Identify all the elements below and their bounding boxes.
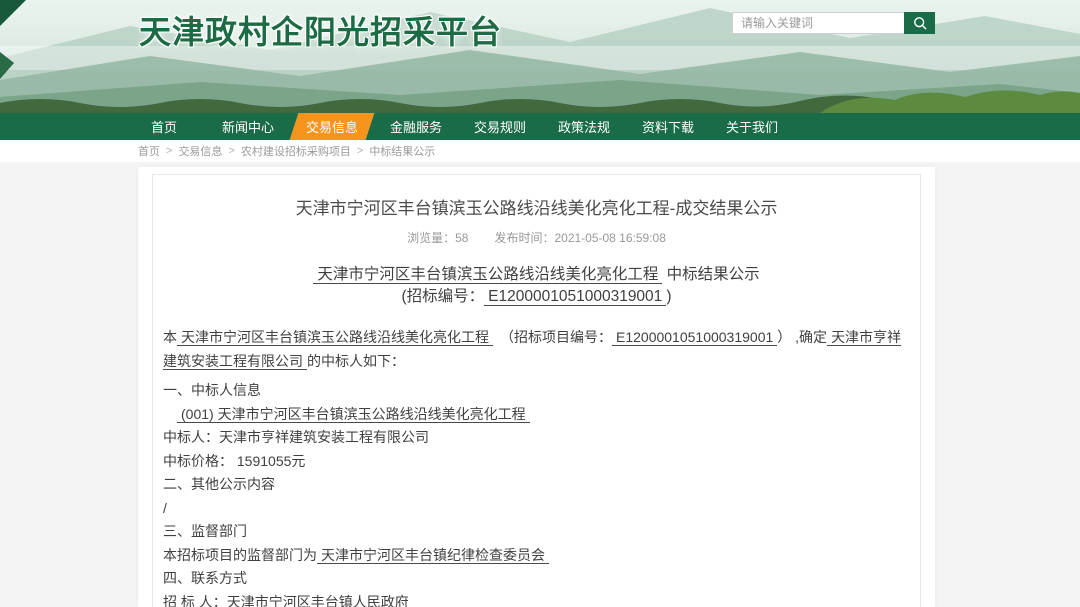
bid-number-suffix: ) xyxy=(666,288,671,305)
intro-project-name-underlined: 天津市宁河区丰台镇滨玉公路线沿线美化亮化工程 xyxy=(177,329,493,346)
publish-time-label: 发布时间： xyxy=(494,231,554,245)
price-line: 中标价格： 1591055元 xyxy=(163,450,910,474)
article-container: 天津市宁河区丰台镇滨玉公路线沿线美化亮化工程-成交结果公示 浏览量：58 发布时间… xyxy=(152,174,921,607)
nav-label: 关于我们 xyxy=(726,117,778,136)
nav-label: 交易信息 xyxy=(306,117,358,136)
section-4-title: 四、联系方式 xyxy=(163,567,910,591)
breadcrumb: 首页 > 交易信息 > 农村建设招标采购项目 > 中标结果公示 xyxy=(0,140,1080,162)
intro-text: 本 xyxy=(163,329,177,345)
nav-label: 首页 xyxy=(151,117,177,136)
intro-text: ） ,确定 xyxy=(777,329,827,345)
content-card: 天津市宁河区丰台镇滨玉公路线沿线美化亮化工程-成交结果公示 浏览量：58 发布时间… xyxy=(138,167,935,607)
winner-label: 中标人： xyxy=(163,429,219,445)
content-background: 天津市宁河区丰台镇滨玉公路线沿线美化亮化工程-成交结果公示 浏览量：58 发布时间… xyxy=(0,162,1080,607)
page: 天津政村企阳光招采平台 首页 新闻中心 交易信息 金融服务 交易规则 政策法规 xyxy=(0,0,1080,607)
lot-line: (001) 天津市宁河区丰台镇滨玉公路线沿线美化亮化工程 xyxy=(163,403,910,427)
breadcrumb-separator: > xyxy=(166,145,172,157)
nav-label: 政策法规 xyxy=(558,117,610,136)
site-header: 天津政村企阳光招采平台 xyxy=(0,0,1080,113)
notice-heading: 天津市宁河区丰台镇滨玉公路线沿线美化亮化工程 中标结果公示 xyxy=(163,264,910,286)
nav-item-finance[interactable]: 金融服务 xyxy=(374,113,458,140)
breadcrumb-link-home[interactable]: 首页 xyxy=(138,143,160,159)
intro-bid-number-underlined: E1200001051000319001 xyxy=(612,329,777,346)
breadcrumb-separator: > xyxy=(357,145,363,157)
search-button[interactable] xyxy=(904,12,935,34)
tenderer-value: 天津市宁河区丰台镇人民政府 xyxy=(227,594,409,607)
tenderer-line: 招 标 人：天津市宁河区丰台镇人民政府 xyxy=(163,591,910,607)
nav-item-home[interactable]: 首页 xyxy=(122,113,206,140)
site-title: 天津政村企阳光招采平台 xyxy=(139,7,502,53)
views-count: 58 xyxy=(455,231,468,245)
nav-item-downloads[interactable]: 资料下载 xyxy=(626,113,710,140)
publish-time-value: 2021-05-08 16:59:08 xyxy=(554,231,665,245)
project-name-underlined: 天津市宁河区丰台镇滨玉公路线沿线美化亮化工程 xyxy=(313,266,662,284)
price-value: 1591055 xyxy=(237,453,292,469)
section-3-title: 三、监督部门 xyxy=(163,520,910,544)
intro-text: 的中标人如下： xyxy=(307,353,405,369)
tenderer-label: 招 标 人： xyxy=(163,594,227,607)
notice-heading-suffix: 中标结果公示 xyxy=(662,266,759,283)
article-title: 天津市宁河区丰台镇滨玉公路线沿线美化亮化工程-成交结果公示 xyxy=(163,197,910,221)
section-1-title: 一、中标人信息 xyxy=(163,379,910,403)
bid-number-line: (招标编号：E1200001051000319001) xyxy=(163,286,910,308)
intro-paragraph: 本天津市宁河区丰台镇滨玉公路线沿线美化亮化工程 （招标项目编号：E1200001… xyxy=(163,326,910,373)
breadcrumb-separator: > xyxy=(228,145,234,157)
bid-number-underlined: E1200001051000319001 xyxy=(484,288,666,306)
nav-item-trade-rules[interactable]: 交易规则 xyxy=(458,113,542,140)
nav-item-news[interactable]: 新闻中心 xyxy=(206,113,290,140)
breadcrumb-link-trade-info[interactable]: 交易信息 xyxy=(178,143,222,159)
nav-label: 金融服务 xyxy=(390,117,442,136)
intro-text: （招标项目编号： xyxy=(507,329,612,345)
nav-label: 新闻中心 xyxy=(222,117,274,136)
supervise-line: 本招标项目的监督部门为天津市宁河区丰台镇纪律检查委员会 xyxy=(163,544,910,568)
search-icon xyxy=(912,15,928,31)
nav-item-trade-info[interactable]: 交易信息 xyxy=(290,113,374,140)
lot-underlined: (001) 天津市宁河区丰台镇滨玉公路线沿线美化亮化工程 xyxy=(177,406,530,423)
supervise-dept-underlined: 天津市宁河区丰台镇纪律检查委员会 xyxy=(317,547,549,564)
breadcrumb-link-rural-projects[interactable]: 农村建设招标采购项目 xyxy=(241,143,351,159)
article-meta: 浏览量：58 发布时间：2021-05-08 16:59:08 xyxy=(163,230,910,247)
price-label: 中标价格： xyxy=(163,453,233,469)
main-nav: 首页 新闻中心 交易信息 金融服务 交易规则 政策法规 资料下载 关于我们 xyxy=(0,113,1080,140)
nav-item-policy[interactable]: 政策法规 xyxy=(542,113,626,140)
search-bar xyxy=(732,12,935,34)
nav-label: 交易规则 xyxy=(474,117,526,136)
section-2-content: / xyxy=(163,497,910,521)
winner-line: 中标人：天津市亨祥建筑安装工程有限公司 xyxy=(163,426,910,450)
article-body: 本天津市宁河区丰台镇滨玉公路线沿线美化亮化工程 （招标项目编号：E1200001… xyxy=(163,326,910,607)
views-label: 浏览量： xyxy=(407,231,455,245)
nav-item-about[interactable]: 关于我们 xyxy=(710,113,794,140)
section-2-title: 二、其他公示内容 xyxy=(163,473,910,497)
bid-number-prefix: (招标编号： xyxy=(402,288,485,305)
winner-value: 天津市亨祥建筑安装工程有限公司 xyxy=(219,429,429,445)
breadcrumb-current-page: 中标结果公示 xyxy=(369,143,435,159)
supervise-prefix: 本招标项目的监督部门为 xyxy=(163,547,317,563)
search-input[interactable] xyxy=(732,12,904,34)
nav-label: 资料下载 xyxy=(642,117,694,136)
price-unit: 元 xyxy=(291,453,305,469)
